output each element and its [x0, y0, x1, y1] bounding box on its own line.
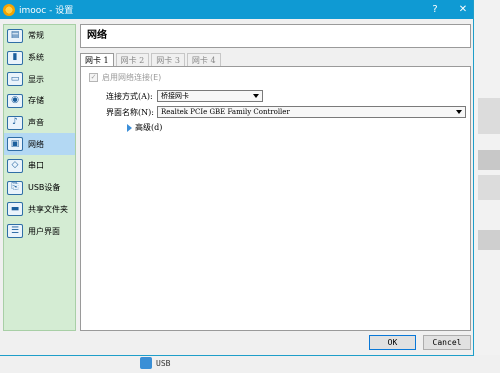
advanced-label: 高级(d) [135, 123, 163, 132]
user-interface-icon: ☰ [7, 224, 23, 239]
interface-name-value: Realtek PCIe GBE Family Controller [161, 108, 290, 116]
tab-adapter-3[interactable]: 网卡 3 [151, 53, 185, 67]
serial-port-icon: ◇ [7, 158, 23, 173]
display-icon: ▭ [7, 72, 23, 87]
adapter-tabs: 网卡 1 网卡 2 网卡 3 网卡 4 [80, 53, 223, 68]
cancel-button[interactable]: Cancel [423, 335, 471, 350]
virtualbox-icon [3, 3, 15, 16]
system-icon: ▮ [7, 50, 23, 65]
background-window-bottom: USB [0, 355, 500, 373]
background-window-edge [474, 0, 500, 373]
audio-icon: ♪ [7, 115, 23, 130]
chevron-down-icon [253, 94, 259, 98]
tab-adapter-2[interactable]: 网卡 2 [115, 53, 150, 67]
attach-label: 连接方式(A): [106, 92, 153, 101]
sidebar-item-display[interactable]: ▭ 显示 [4, 68, 75, 90]
sidebar-item-shared-folders[interactable]: ▬ 共享文件夹 [4, 199, 75, 221]
sidebar-item-serial-port[interactable]: ◇ 串口 [4, 155, 75, 177]
sidebar-item-usb[interactable]: ⎘ USB设备 [4, 177, 75, 199]
enable-network-checkbox[interactable]: ✓ [89, 73, 98, 82]
adapter-panel: ✓ 启用网络连接(E) 连接方式(A): 桥接网卡 界面名称(N): Realt… [80, 66, 471, 331]
sidebar-item-network[interactable]: ▣ 网络 [4, 133, 75, 156]
chevron-down-icon [456, 110, 462, 114]
title-bar[interactable]: imooc - 设置 ? ✕ [0, 0, 473, 19]
settings-dialog: imooc - 设置 ? ✕ ▤ 常规 ▮ 系统 ▭ 显示 ◉ 存储 ♪ 声音 … [0, 0, 474, 356]
background-strip [478, 150, 500, 170]
usb-icon [140, 357, 152, 369]
interface-name-label: 界面名称(N): [106, 108, 154, 117]
settings-sidebar: ▤ 常规 ▮ 系统 ▭ 显示 ◉ 存储 ♪ 声音 ▣ 网络 ◇ 串口 ⎘ USB [3, 24, 76, 331]
usb-icon: ⎘ [7, 180, 23, 195]
background-strip [478, 98, 500, 134]
close-button[interactable]: ✕ [452, 0, 474, 19]
network-icon: ▣ [7, 137, 23, 152]
tab-adapter-4[interactable]: 网卡 4 [186, 53, 221, 67]
sidebar-item-system[interactable]: ▮ 系统 [4, 47, 75, 69]
window-title: imooc - 设置 [19, 6, 74, 16]
settings-content: 网络 网卡 1 网卡 2 网卡 3 网卡 4 ✓ 启用网络连接(E) 连接方式(… [80, 24, 471, 331]
storage-icon: ◉ [7, 93, 23, 108]
advanced-toggle[interactable]: 高级(d) [127, 122, 162, 133]
interface-name-select[interactable]: Realtek PCIe GBE Family Controller [157, 106, 466, 118]
ok-button[interactable]: OK [369, 335, 416, 350]
attach-mode-value: 桥接网卡 [161, 92, 189, 100]
background-strip [478, 175, 500, 200]
page-title: 网络 [80, 24, 471, 48]
sidebar-item-general[interactable]: ▤ 常规 [4, 25, 75, 47]
background-strip [478, 230, 500, 250]
background-usb-entry: USB [140, 357, 170, 369]
attach-mode-select[interactable]: 桥接网卡 [157, 90, 263, 102]
enable-network-label: 启用网络连接(E) [102, 73, 162, 82]
sidebar-item-user-interface[interactable]: ☰ 用户界面 [4, 220, 75, 242]
sidebar-item-storage[interactable]: ◉ 存储 [4, 90, 75, 112]
expand-arrow-icon [127, 123, 132, 132]
help-button[interactable]: ? [424, 0, 446, 19]
general-icon: ▤ [7, 28, 23, 43]
enable-network-row: ✓ 启用网络连接(E) [89, 72, 161, 83]
sidebar-item-audio[interactable]: ♪ 声音 [4, 112, 75, 134]
shared-folder-icon: ▬ [7, 202, 23, 217]
